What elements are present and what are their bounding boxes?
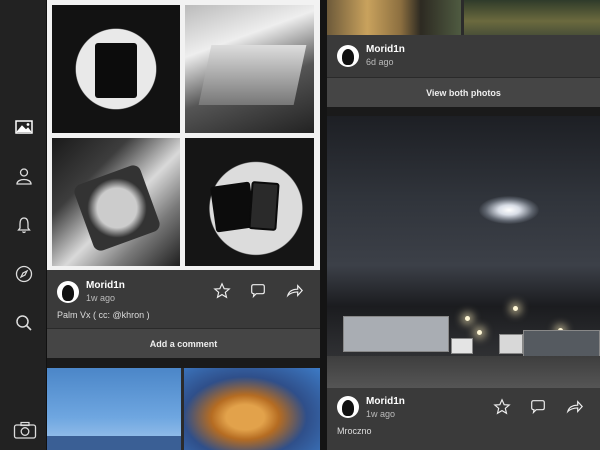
- column-gap: [320, 0, 327, 450]
- post-photo-6[interactable]: [184, 368, 320, 450]
- nav-explore-button[interactable]: [8, 258, 39, 289]
- post-photo-2[interactable]: [185, 5, 314, 133]
- moon-highlight: [479, 196, 539, 224]
- share-button[interactable]: [284, 280, 306, 302]
- post-timestamp: 1w ago: [366, 409, 396, 419]
- star-icon: [213, 282, 231, 299]
- post-divider: [327, 107, 600, 116]
- feed-column-right: Morid1n 6d ago View both photos Morid1n …: [327, 0, 600, 450]
- post-photo-5[interactable]: [47, 368, 181, 450]
- post-photo-7[interactable]: [327, 0, 461, 35]
- post-info-panel: Morid1n 1w ago Palm Vx ( cc: @khron ): [47, 270, 320, 328]
- post-photo-4[interactable]: [185, 138, 314, 266]
- comment-icon: [531, 400, 545, 415]
- search-icon: [15, 314, 32, 331]
- share-icon: [286, 284, 303, 298]
- profile-icon: [15, 167, 32, 185]
- avatar[interactable]: [337, 396, 359, 418]
- nav-search-button[interactable]: [8, 307, 39, 338]
- share-button[interactable]: [564, 396, 586, 418]
- camera-icon: [13, 421, 36, 439]
- nav-notifications-button[interactable]: [8, 209, 39, 240]
- feed-column-left: Morid1n 1w ago Palm Vx ( cc: @khron ) Ad…: [47, 0, 320, 450]
- post-info-panel: Morid1n 6d ago: [327, 35, 600, 77]
- sidebar: [0, 0, 47, 450]
- post-timestamp: 6d ago: [366, 57, 394, 67]
- post-divider: [47, 358, 320, 368]
- post-caption: Mroczno: [337, 426, 372, 436]
- compass-icon: [15, 265, 32, 282]
- post-photo-3[interactable]: [52, 138, 180, 266]
- star-icon: [493, 398, 511, 415]
- comment-icon: [251, 284, 265, 299]
- bell-icon: [16, 216, 31, 233]
- favorite-button[interactable]: [491, 396, 513, 418]
- avatar[interactable]: [57, 281, 79, 303]
- post-info-panel: Morid1n 1w ago Mroczno: [327, 388, 600, 450]
- nav-photos-button[interactable]: [8, 111, 39, 142]
- post-photo-1[interactable]: [52, 5, 180, 133]
- post-username[interactable]: Morid1n: [366, 44, 405, 55]
- photos-icon: [14, 119, 33, 134]
- camera-button[interactable]: [9, 414, 40, 445]
- add-comment-button[interactable]: Add a comment: [47, 328, 320, 358]
- post-photo-8[interactable]: [464, 0, 600, 35]
- post-caption: Palm Vx ( cc: @khron ): [57, 310, 150, 320]
- nav-profile-button[interactable]: [8, 160, 39, 191]
- view-both-photos-button[interactable]: View both photos: [327, 77, 600, 107]
- post-username[interactable]: Morid1n: [366, 396, 405, 407]
- comment-button[interactable]: [527, 396, 549, 418]
- share-icon: [566, 400, 583, 414]
- post-username[interactable]: Morid1n: [86, 280, 125, 291]
- avatar[interactable]: [337, 45, 359, 67]
- post-timestamp: 1w ago: [86, 293, 116, 303]
- post-photo-9[interactable]: [327, 116, 600, 388]
- comment-button[interactable]: [247, 280, 269, 302]
- favorite-button[interactable]: [211, 280, 233, 302]
